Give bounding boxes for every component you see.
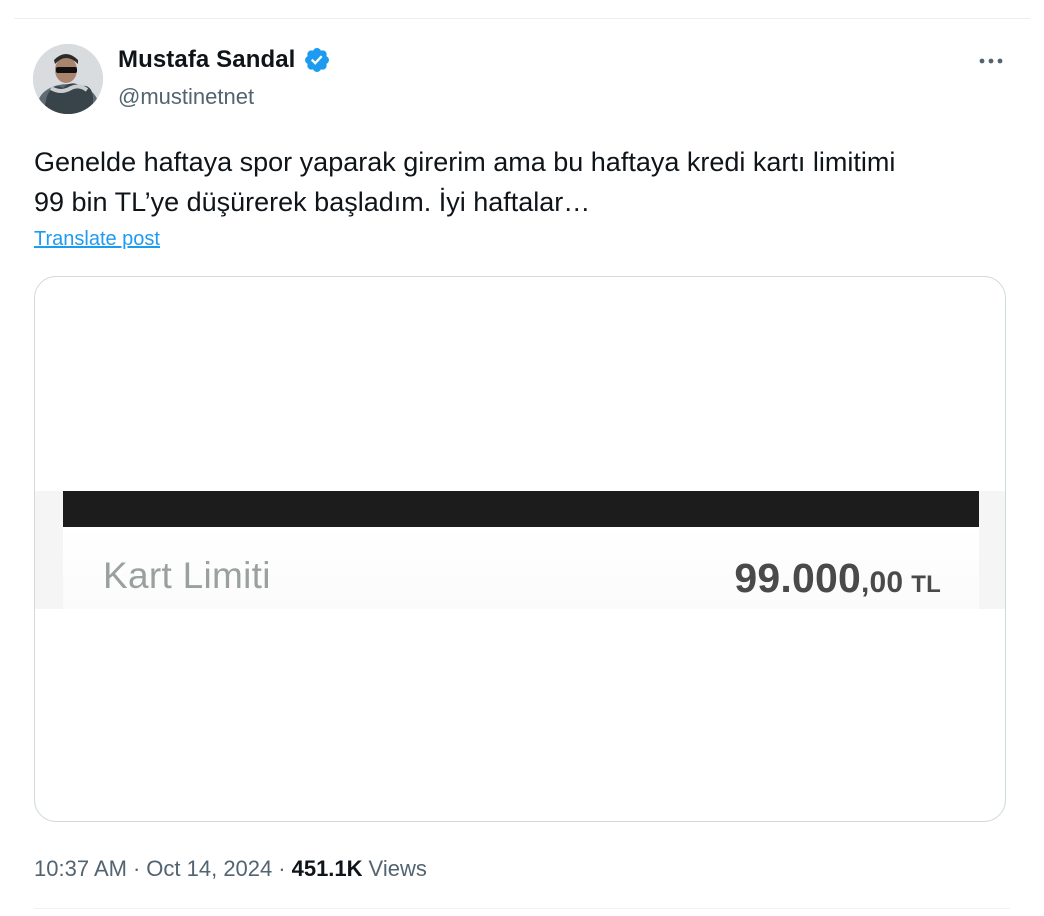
media-card[interactable]: Kart Limiti 99.000,00 TL xyxy=(34,276,1006,822)
image-edge-right xyxy=(977,491,1005,609)
image-edge-left xyxy=(35,491,63,609)
card-limit-label: Kart Limiti xyxy=(103,555,271,596)
card-limit-value-decimals: ,00 xyxy=(860,566,904,599)
card-limit-currency: TL xyxy=(911,571,941,598)
tweet-date[interactable]: Oct 14, 2024 xyxy=(146,856,272,882)
author-name-row: Mustafa Sandal xyxy=(118,46,331,74)
tweet-time[interactable]: 10:37 AM xyxy=(34,856,127,882)
tweet-text-line-1: Genelde haftaya spor yaparak girerim ama… xyxy=(34,147,896,177)
avatar[interactable] xyxy=(33,44,103,114)
tweet-text-line-2: 99 bin TL’ye düşürerek başladım. İyi haf… xyxy=(34,187,591,217)
meta-separator: · xyxy=(132,856,141,881)
tweet-meta: 10:37 AM · Oct 14, 2024 · 451.1K Views xyxy=(34,856,427,882)
limit-panel: Kart Limiti 99.000,00 TL xyxy=(63,527,979,609)
card-limit-value: 99.000,00 TL xyxy=(734,555,941,602)
verified-badge-icon[interactable] xyxy=(303,46,331,74)
views-count: 451.1K xyxy=(291,856,363,881)
translate-post-link[interactable]: Translate post xyxy=(34,228,160,251)
views-label: Views xyxy=(368,856,427,881)
profile-photo-icon xyxy=(33,44,103,114)
more-options-icon[interactable] xyxy=(975,48,1007,72)
meta-separator: · xyxy=(278,856,286,881)
bottom-divider xyxy=(34,908,1010,909)
card-limit-value-main: 99.000 xyxy=(734,555,861,601)
author-handle[interactable]: @mustinetnet xyxy=(118,84,254,110)
author-display-name[interactable]: Mustafa Sandal xyxy=(118,46,295,74)
card-limit-screenshot: Kart Limiti 99.000,00 TL xyxy=(35,277,1005,821)
image-header-bar xyxy=(63,491,979,527)
top-divider xyxy=(14,0,1030,19)
tweet-text: Genelde haftaya spor yaparak girerim ama… xyxy=(34,142,1014,222)
